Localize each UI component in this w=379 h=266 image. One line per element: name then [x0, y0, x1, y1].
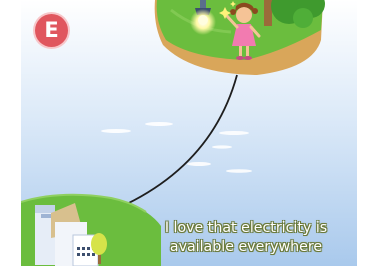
panel-letter-badge: E — [35, 14, 68, 47]
caption-text: I love that electricity is available eve… — [141, 219, 351, 256]
caption-line-2: available everywhere — [169, 238, 323, 255]
illustration-panel: E I love that electricity is available e… — [21, 0, 357, 266]
caption-line-1: I love that electricity is — [164, 220, 328, 236]
